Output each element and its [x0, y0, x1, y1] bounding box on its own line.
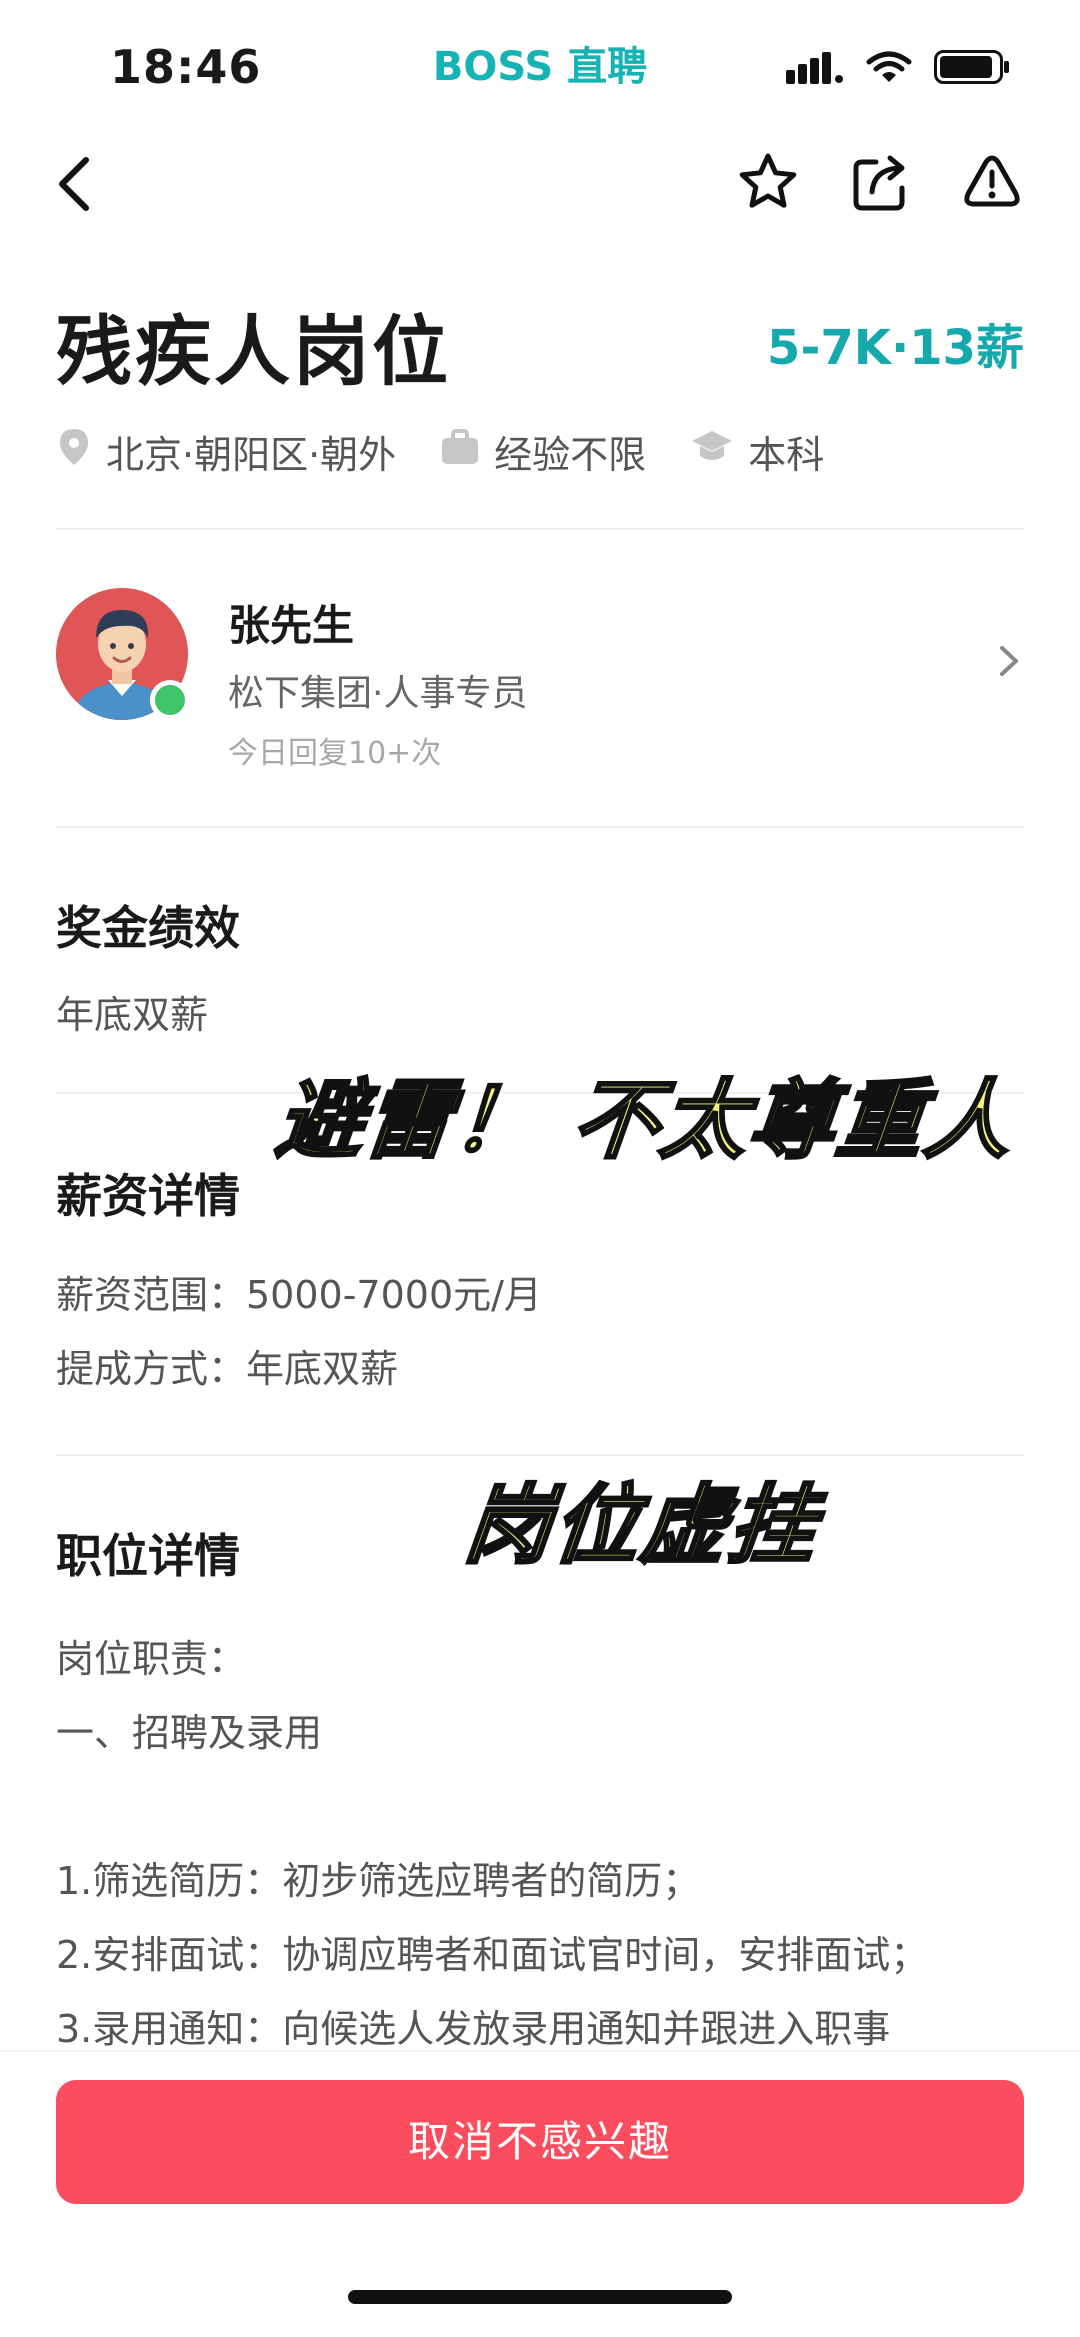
bonus-text: 年底双薪: [56, 993, 209, 1037]
recruiter-card[interactable]: 张先生 松下集团·人事专员 今日回复10+次: [56, 580, 1024, 780]
tag-experience: 经验不限: [440, 424, 646, 479]
star-icon[interactable]: [738, 150, 798, 214]
tag-location-label: 北京·朝阳区·朝外: [106, 433, 397, 477]
briefcase-icon: [440, 428, 480, 475]
wifi-icon: [866, 50, 912, 88]
online-status-dot: [150, 680, 190, 720]
salary-line: 薪资范围：5000-7000元/月: [56, 1273, 542, 1317]
overlay-warning-text: 避雷！ 不太尊重人: [270, 1070, 1019, 1173]
tag-experience-label: 经验不限: [494, 433, 647, 477]
position-line: 一、招聘及录用: [56, 1711, 323, 1755]
battery-icon: [934, 50, 1010, 88]
signal-icon: [786, 50, 844, 88]
job-title: 残疾人岗位: [56, 307, 451, 396]
home-indicator: [348, 2290, 732, 2304]
back-icon[interactable]: [48, 152, 108, 216]
position-line: 1.筛选简历：初步筛选应聘者的简历；: [56, 1859, 701, 1903]
divider: [56, 528, 1024, 530]
location-icon: [56, 427, 92, 476]
recruiter-name: 张先生: [228, 601, 355, 650]
divider: [56, 826, 1024, 828]
recruiter-company: 松下集团·人事专员: [228, 673, 528, 714]
job-detail-screen: 18:46 BOSS 直聘 残疾人岗位 5-7K·13薪 北京·朝阳区·朝外 经…: [0, 0, 1080, 2337]
nav-actions: [738, 150, 1022, 214]
share-icon[interactable]: [850, 150, 910, 214]
recruiter-reply-stat: 今日回复10+次: [228, 736, 442, 771]
job-tags: 北京·朝阳区·朝外 经验不限 本科: [56, 424, 824, 479]
nav-bar: [0, 140, 1080, 230]
tag-education-label: 本科: [748, 433, 825, 477]
status-bar: 18:46 BOSS 直聘: [0, 0, 1080, 120]
report-icon[interactable]: [962, 150, 1022, 214]
position-line: 3.录用通知：向候选人发放录用通知并跟进入职事: [56, 2007, 891, 2051]
salary-line: 提成方式：年底双薪: [56, 1347, 399, 1391]
position-line: 2.安排面试：协调应聘者和面试官时间，安排面试；: [56, 1933, 929, 1977]
section-title-bonus: 奖金绩效: [56, 901, 240, 955]
cancel-not-interested-button[interactable]: 取消不感兴趣: [56, 2080, 1024, 2204]
overlay-fake-post-text: 岗位虚挂: [458, 1475, 824, 1578]
chevron-right-icon: [994, 636, 1024, 686]
tag-location: 北京·朝阳区·朝外: [56, 424, 396, 479]
section-title-salary: 薪资详情: [56, 1169, 240, 1223]
section-title-position: 职位详情: [56, 1529, 240, 1583]
graduation-icon: [690, 428, 734, 475]
status-icons: [786, 50, 1010, 88]
tag-education: 本科: [690, 424, 824, 479]
job-salary: 5-7K·13薪: [767, 320, 1024, 376]
position-line: 岗位职责：: [56, 1637, 247, 1681]
